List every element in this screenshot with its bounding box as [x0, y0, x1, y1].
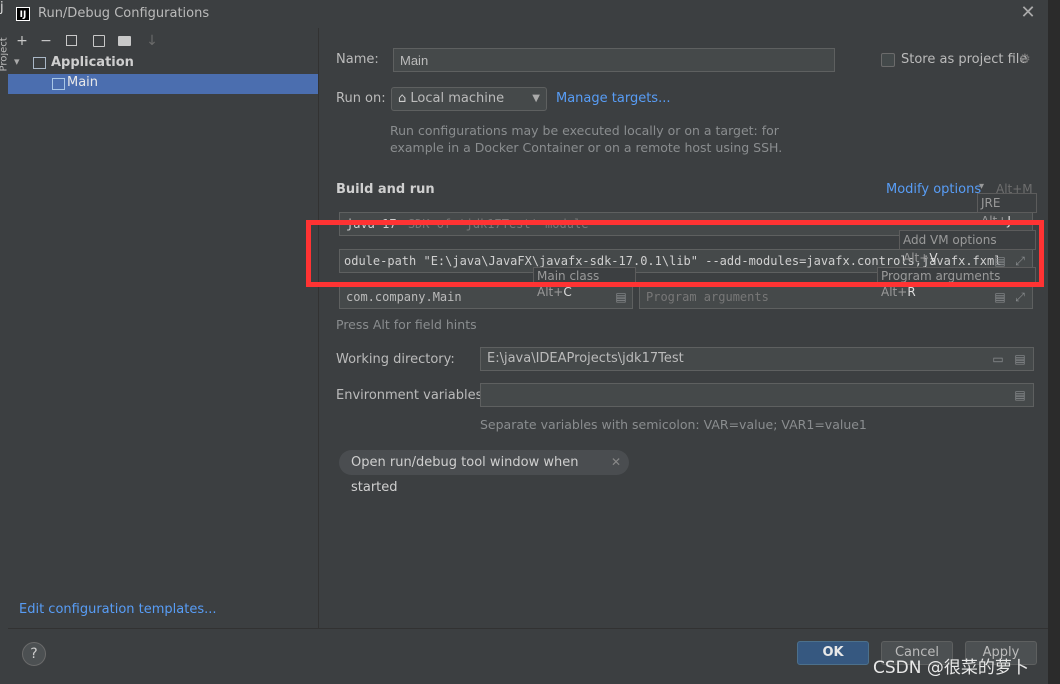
expand-text-icon[interactable]: ▤ [993, 290, 1007, 304]
environment-variables-input[interactable] [480, 383, 1034, 407]
csdn-watermark: CSDN @很菜的萝卜 [873, 658, 1029, 678]
configurations-tree-panel [8, 28, 319, 628]
macro-icon[interactable]: ▤ [1013, 352, 1027, 366]
environment-variables-label: Environment variables: [336, 388, 487, 403]
open-tool-window-option[interactable]: Open run/debug tool window when started … [339, 450, 629, 495]
program-arguments-placeholder: Program arguments [646, 290, 769, 304]
jre-tooltip: JRE Alt+J [977, 193, 1037, 228]
chevron-down-icon[interactable]: ▾ [14, 55, 20, 68]
tree-node-main[interactable]: Main [8, 74, 318, 94]
close-icon[interactable]: ✕ [611, 450, 621, 475]
highlight-annotation-box [306, 220, 1044, 287]
home-icon: ⌂ [398, 91, 407, 106]
editor-left-strip: j Project [0, 0, 10, 684]
save-icon[interactable] [93, 35, 105, 47]
edit-configuration-templates-link[interactable]: Edit configuration templates... [19, 602, 217, 617]
editor-right-strip [1048, 0, 1060, 684]
tree-node-label: Application [51, 55, 134, 70]
alt-hint-text: Press Alt for field hints [336, 317, 477, 332]
folder-icon[interactable]: ▭ [991, 352, 1005, 366]
copy-icon[interactable] [66, 35, 77, 46]
run-on-hint-line2: example in a Docker Container or on a re… [390, 140, 783, 155]
store-as-project-file-checkbox[interactable] [881, 53, 895, 67]
working-directory-input[interactable]: E:\java\IDEAProjects\jdk17Test [480, 347, 1034, 371]
main-class-tooltip-key: C [563, 285, 572, 299]
application-icon [52, 78, 65, 90]
tree-node-application[interactable]: ▾ Application [10, 55, 310, 73]
run-on-label: Run on: [336, 91, 386, 106]
window-title: Run/Debug Configurations [38, 6, 210, 21]
plus-icon[interactable]: + [14, 33, 30, 49]
build-and-run-heading: Build and run [336, 182, 435, 197]
run-on-select[interactable]: ⌂ Local machine ▼ [391, 87, 547, 111]
run-on-hint-line1: Run configurations may be executed local… [390, 123, 779, 138]
chevron-down-icon: ▼ [532, 93, 540, 104]
editor-char: j [0, 0, 4, 15]
program-args-tooltip-key: R [907, 285, 916, 299]
main-class-value: com.company.Main [346, 290, 462, 304]
working-directory-value: E:\java\IDEAProjects\jdk17Test [487, 351, 684, 366]
manage-targets-link[interactable]: Manage targets... [556, 91, 670, 106]
sort-icon: ↓ [146, 33, 158, 49]
modify-options-link[interactable]: Modify options [886, 182, 981, 197]
edit-variables-icon[interactable]: ▤ [1013, 388, 1027, 402]
help-button[interactable]: ? [22, 642, 46, 666]
gear-icon[interactable]: ⚙ [1019, 52, 1031, 67]
browse-class-icon[interactable]: ▤ [614, 290, 628, 304]
chevron-down-icon[interactable]: ▾ [979, 181, 984, 192]
program-arguments-input[interactable]: Program arguments [639, 285, 1033, 309]
name-label: Name: [336, 52, 379, 67]
ok-button[interactable]: OK [797, 641, 869, 665]
intellij-logo-icon: IJ [16, 7, 30, 21]
expand-arrows-icon[interactable]: ⤢ [1013, 290, 1027, 304]
working-directory-label: Working directory: [336, 352, 455, 367]
main-class-input[interactable]: com.company.Main [339, 285, 633, 309]
environment-variables-hint: Separate variables with semicolon: VAR=v… [480, 417, 867, 432]
tree-node-label: Main [67, 75, 99, 90]
store-as-project-file-label: Store as project file [901, 52, 1028, 67]
close-icon[interactable]: ✕ [1019, 4, 1037, 22]
run-on-value: Local machine [410, 91, 505, 106]
name-input[interactable] [393, 48, 835, 72]
minus-icon[interactable]: − [38, 33, 54, 49]
folder-add-icon[interactable] [118, 36, 131, 46]
application-icon [33, 57, 46, 69]
